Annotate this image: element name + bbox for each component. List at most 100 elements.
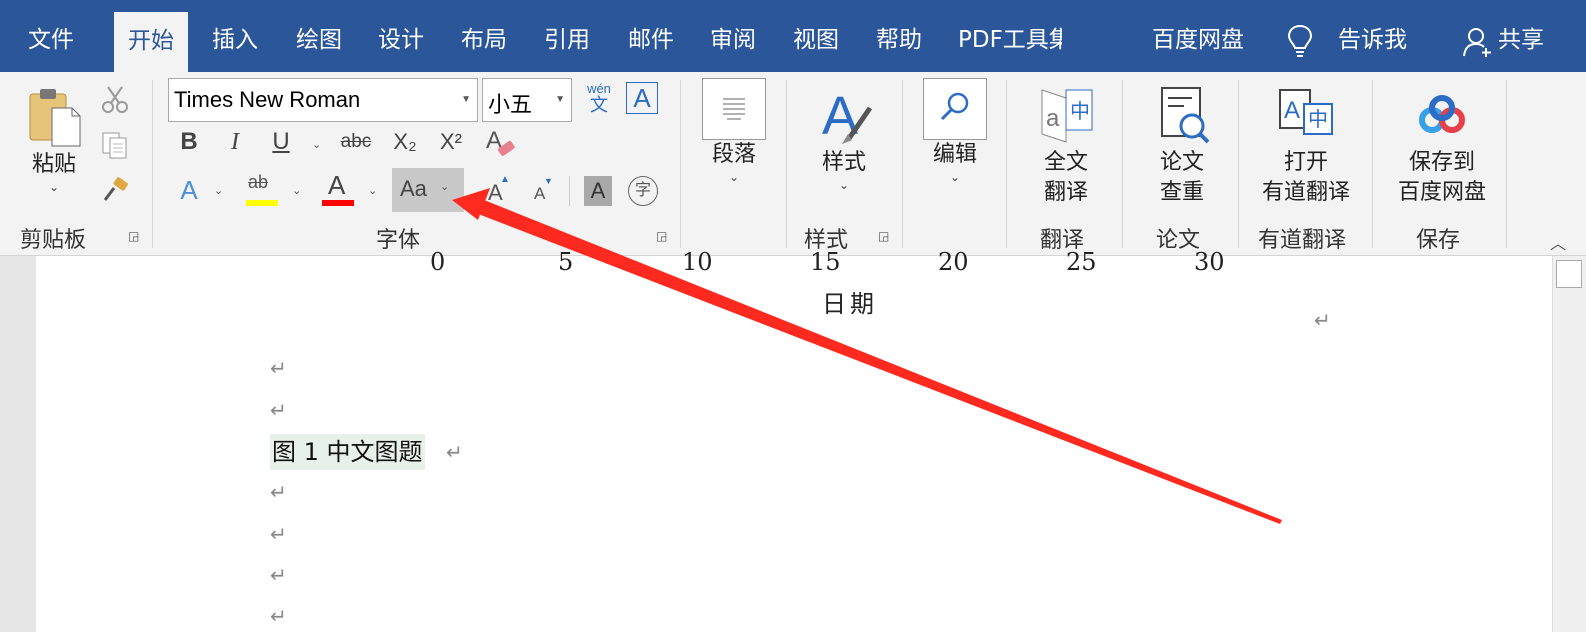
ribbon-home: 粘贴 ⌄ 剪贴板 ◲ Times New Roman ▼ 小五 ▼ wén 文 … [0,72,1586,256]
font-name-combobox[interactable]: Times New Roman ▼ [168,78,478,122]
dialog-launcher-icon[interactable]: ◲ [128,230,142,244]
save-to-baidu-netdisk-button[interactable]: 保存到 百度网盘 [1390,84,1494,208]
superscript-button[interactable]: X² [434,124,468,160]
chevron-down-icon[interactable]: ⌄ [292,184,301,197]
styles-button[interactable]: A 样式 ⌄ [808,84,880,192]
chevron-down-icon[interactable]: ⌄ [214,184,223,197]
svg-text:a: a [1046,105,1060,132]
svg-text:A: A [1284,97,1300,124]
paste-button[interactable]: 粘贴 ⌄ [18,86,90,194]
group-divider [1506,80,1507,248]
axis-tick-label: 5 [558,248,574,276]
group-divider [1238,80,1239,248]
chevron-down-icon: ▼ [461,94,471,105]
format-painter-icon[interactable] [100,176,130,209]
axis-tick-label: 0 [430,248,446,276]
tell-me-search[interactable]: 告诉我 [1338,0,1407,72]
phonetic-guide-button[interactable]: wén 文 [582,82,616,116]
enclose-characters-button[interactable]: 字 [628,176,658,206]
tab-mailings[interactable]: 邮件 [628,0,674,72]
subscript-button[interactable]: X₂ [388,124,422,160]
tab-layout[interactable]: 布局 [461,0,507,72]
collapse-ribbon-icon[interactable]: ︿ [1550,230,1566,254]
share-person-icon[interactable] [1462,26,1494,63]
tab-view[interactable]: 视图 [793,0,839,72]
dialog-launcher-icon[interactable]: ◲ [878,230,892,244]
character-border-button[interactable]: A [626,82,658,114]
bold-button[interactable]: B [176,124,202,160]
full-text-translate-button[interactable]: a中 全文 翻译 [1026,84,1106,208]
tab-references[interactable]: 引用 [544,0,590,72]
paragraph-mark: ↵ [270,400,287,422]
dialog-launcher-icon[interactable]: ◲ [656,230,670,244]
paper-plagiarism-check-button[interactable]: 论文 查重 [1142,84,1222,208]
chevron-down-icon[interactable]: ⌄ [368,184,377,197]
clear-formatting-icon[interactable]: A [484,126,518,165]
axis-title: 日期 [822,290,878,318]
axis-tick-label: 30 [1194,248,1225,276]
tab-baidu-netdisk[interactable]: 百度网盘 [1152,0,1244,72]
save-group-label: 保存 [1416,228,1461,253]
cut-scissors-icon[interactable] [100,84,130,119]
tab-draw[interactable]: 绘图 [296,0,342,72]
highlight-color-button[interactable]: ab [244,172,282,208]
chevron-down-icon[interactable]: ⌄ [312,138,321,151]
text-effects-button[interactable]: A [174,172,204,208]
divider [569,176,570,206]
axis-tick-label: 15 [810,248,841,276]
tab-help[interactable]: 帮助 [876,0,922,72]
italic-button[interactable]: I [222,124,248,160]
highlight-color-swatch [246,200,278,206]
chevron-down-icon: ⌄ [949,170,961,184]
group-divider [902,80,903,248]
paste-clipboard-icon [18,86,90,150]
youdao-translate-icon: A中 [1254,84,1358,148]
word-window: 文件 开始 插入 绘图 设计 布局 引用 邮件 审阅 视图 帮助 PDF工具集 … [0,0,1586,632]
font-size-combobox[interactable]: 小五 ▼ [482,78,572,122]
grow-font-button[interactable]: A ▲ [486,174,512,208]
paragraph-mark: ↵ [270,482,287,504]
ribbon-tab-bar: 文件 开始 插入 绘图 设计 布局 引用 邮件 审阅 视图 帮助 PDF工具集 … [0,0,1586,72]
underline-button[interactable]: U [266,124,296,160]
paragraph-button[interactable]: 段落 ⌄ [700,78,768,184]
youdao-group-label: 有道翻译 [1258,228,1347,253]
lightbulb-icon[interactable] [1286,24,1314,63]
tab-file[interactable]: 文件 [28,0,74,72]
tab-home[interactable]: 开始 [114,12,188,72]
tab-review[interactable]: 审阅 [710,0,756,72]
paragraph-mark: ↵ [270,606,287,628]
editing-button[interactable]: 编辑 ⌄ [920,78,990,184]
baidu-netdisk-icon [1390,84,1494,148]
character-shading-button[interactable]: A [584,176,612,206]
shrink-font-button[interactable]: A ▼ [530,174,556,208]
paragraph-mark: ↵ [270,524,287,546]
paragraph-mark: ↵ [1314,310,1331,332]
group-divider [680,80,681,248]
tab-pdf-tools[interactable]: PDF工具集 [958,0,1062,72]
styles-icon: A [808,84,880,148]
svg-text:中: 中 [1070,99,1090,123]
vertical-scrollbar[interactable] [1552,256,1586,632]
copy-icon[interactable] [100,130,130,165]
open-youdao-translate-button[interactable]: A中 打开 有道翻译 [1254,84,1358,208]
clipboard-group-label: 剪贴板 [20,228,87,253]
tab-design[interactable]: 设计 [378,0,424,72]
search-icon [923,78,987,140]
scroll-up-button[interactable] [1556,260,1582,288]
axis-tick-label: 25 [1066,248,1097,276]
group-divider [152,80,153,248]
chevron-down-icon: ⌄ [440,181,450,193]
chevron-down-icon: ⌄ [48,180,60,194]
figure-caption[interactable]: 图 1 中文图题 [270,434,425,470]
strikethrough-button[interactable]: abc [336,124,376,160]
group-divider [1372,80,1373,248]
chevron-down-icon: ⌄ [728,170,740,184]
axis-tick-label: 20 [938,248,969,276]
tab-insert[interactable]: 插入 [212,0,258,72]
font-color-button[interactable]: A [320,170,356,208]
paragraph-mark: ↵ [446,442,463,464]
group-divider [1006,80,1007,248]
share-button[interactable]: 共享 [1498,0,1544,72]
change-case-button[interactable]: Aa ⌄ [392,168,464,212]
chevron-down-icon: ⌄ [838,178,850,192]
